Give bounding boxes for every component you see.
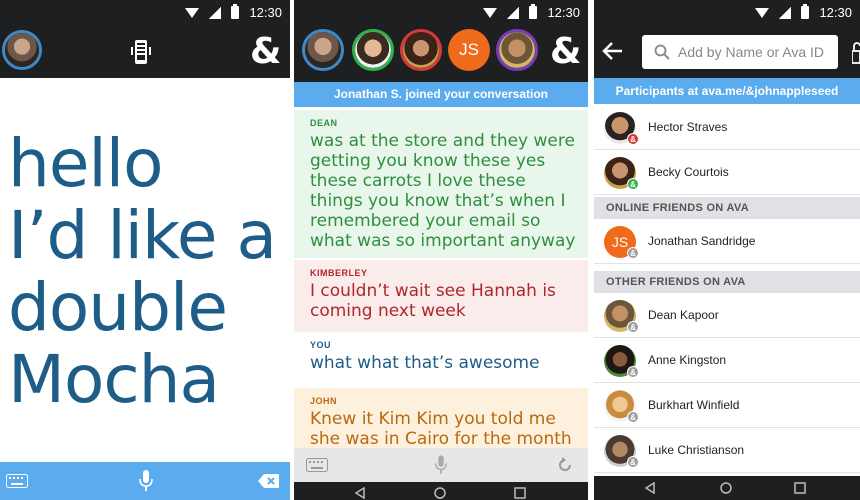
home-nav-icon[interactable] xyxy=(434,487,446,499)
participant-avatar[interactable] xyxy=(352,29,394,71)
chat-message: DEAN was at the store and they were gett… xyxy=(294,110,588,258)
input-bar xyxy=(0,462,290,500)
battery-icon xyxy=(231,4,240,19)
friend-row[interactable]: & Luke Christianson xyxy=(594,429,860,473)
ava-badge-icon: & xyxy=(627,456,639,468)
participant-avatar-initials[interactable]: JS xyxy=(448,29,490,71)
system-nav-bar xyxy=(594,476,860,500)
cell-signal-icon xyxy=(209,6,222,19)
search-placeholder: Add by Name or Ava ID xyxy=(678,44,825,60)
cell-signal-icon xyxy=(507,6,520,19)
message-text: I couldn’t wait see Hannah is coming nex… xyxy=(310,281,556,321)
speaker-name: DEAN xyxy=(310,118,338,128)
chat-message: JOHN Knew it Kim Kim you told me she was… xyxy=(294,388,588,450)
friend-row[interactable]: & Burkhart Winfield xyxy=(594,384,860,428)
back-nav-icon[interactable] xyxy=(644,482,656,494)
transcript-line: I’d like a xyxy=(8,197,277,274)
status-clock: 12:30 xyxy=(819,5,852,20)
recents-nav-icon[interactable] xyxy=(794,482,806,494)
speaker-name: JOHN xyxy=(310,396,338,406)
microphone-icon[interactable] xyxy=(434,454,448,476)
chat-message: KIMBERLEY I couldn’t wait see Hannah is … xyxy=(294,260,588,332)
backspace-icon[interactable] xyxy=(258,473,280,489)
top-bar: JS & xyxy=(294,26,588,82)
status-bar: 12:30 xyxy=(294,0,588,26)
cell-signal-icon xyxy=(779,6,792,19)
live-transcript: hello I’d like a double Mocha xyxy=(8,125,277,418)
participants-banner: Participants at ava.me/&johnappleseed xyxy=(594,78,860,104)
ava-badge-icon: & xyxy=(627,321,639,333)
friend-name: Jonathan Sandridge xyxy=(648,234,756,248)
friend-name: Burkhart Winfield xyxy=(648,398,740,412)
status-clock: 12:30 xyxy=(547,5,580,20)
wifi-icon xyxy=(483,7,498,18)
status-bar: 12:30 xyxy=(0,0,290,26)
friend-name: Anne Kingston xyxy=(648,353,727,367)
transcript-line: hello xyxy=(8,125,163,202)
search-icon xyxy=(654,44,670,60)
friend-row[interactable]: & Anne Kingston xyxy=(594,339,860,383)
message-text: Knew it Kim Kim you told me she was in C… xyxy=(310,409,572,449)
ava-badge-icon: & xyxy=(627,133,639,145)
ava-badge-icon: & xyxy=(627,366,639,378)
home-nav-icon[interactable] xyxy=(720,482,732,494)
top-bar: & xyxy=(0,26,290,78)
system-nav-bar xyxy=(294,482,588,500)
user-avatar[interactable] xyxy=(2,30,42,70)
phone-vibrate-icon[interactable] xyxy=(130,38,152,68)
microphone-icon[interactable] xyxy=(138,469,154,493)
battery-icon xyxy=(801,4,810,19)
participant-avatar[interactable] xyxy=(302,29,344,71)
lock-icon[interactable] xyxy=(852,42,860,64)
message-text: was at the store and they were getting y… xyxy=(310,131,576,251)
participant-name: Hector Straves xyxy=(648,120,728,134)
add-participant-search[interactable]: Add by Name or Ava ID xyxy=(642,35,838,69)
section-header-other: OTHER FRIENDS ON AVA xyxy=(594,271,860,293)
friend-name: Luke Christianson xyxy=(648,443,745,457)
speaker-name: KIMBERLEY xyxy=(310,268,368,278)
input-bar xyxy=(294,448,588,482)
section-header-online: ONLINE FRIENDS ON AVA xyxy=(594,197,860,219)
transcript-line: Mocha xyxy=(8,341,220,418)
message-text: what what that’s awesome xyxy=(310,353,540,373)
transcript-screen: 12:30 & hello I’d like a double Mocha xyxy=(0,0,290,500)
add-participants-screen: 12:30 Add by Name or Ava ID Participants… xyxy=(594,0,860,500)
group-chat-screen: 12:30 JS & Jonathan S. joined your conve… xyxy=(294,0,588,500)
ava-badge-icon: & xyxy=(627,411,639,423)
ava-badge-icon: & xyxy=(627,247,639,259)
participant-row[interactable]: & Hector Straves xyxy=(594,106,860,150)
wifi-icon xyxy=(755,7,770,18)
ava-logo: & xyxy=(250,31,282,72)
friend-name: Dean Kapoor xyxy=(648,308,719,322)
status-clock: 12:30 xyxy=(249,5,282,20)
keyboard-icon[interactable] xyxy=(306,458,328,472)
battery-icon xyxy=(529,4,538,19)
ava-badge-icon: & xyxy=(627,178,639,190)
transcript-line: double xyxy=(8,269,228,346)
ava-logo: & xyxy=(550,31,582,72)
speaker-name: YOU xyxy=(310,340,332,350)
friend-row[interactable]: & Dean Kapoor xyxy=(594,294,860,338)
chat-message: YOU what what that’s awesome xyxy=(294,332,588,388)
back-arrow-icon[interactable] xyxy=(602,40,624,62)
composite-screens: 12:30 & hello I’d like a double Mocha 12… xyxy=(0,0,860,500)
recents-nav-icon[interactable] xyxy=(514,487,526,499)
back-nav-icon[interactable] xyxy=(354,487,366,499)
participant-row[interactable]: & Becky Courtois xyxy=(594,151,860,195)
undo-icon[interactable] xyxy=(556,456,574,474)
friend-row[interactable]: JS & Jonathan Sandridge xyxy=(594,220,860,264)
participant-avatar[interactable] xyxy=(400,29,442,71)
participant-avatar[interactable] xyxy=(496,29,538,71)
participant-name: Becky Courtois xyxy=(648,165,729,179)
wifi-icon xyxy=(185,7,200,18)
join-notification: Jonathan S. joined your conversation xyxy=(294,82,588,107)
status-bar: 12:30 xyxy=(594,0,860,26)
keyboard-icon[interactable] xyxy=(6,474,28,488)
